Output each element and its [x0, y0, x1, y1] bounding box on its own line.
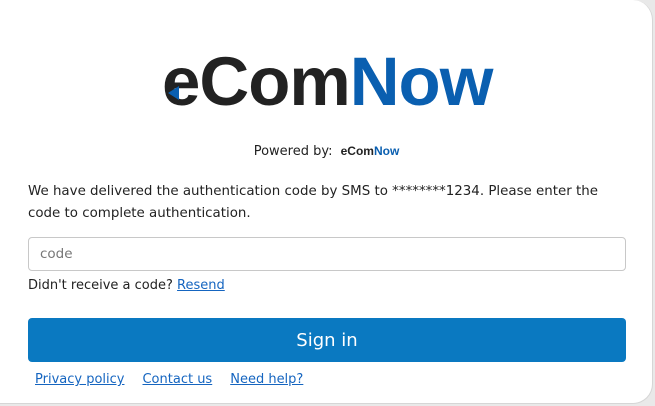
- auth-card: eCom Now Powered by: eComNow We have del…: [0, 0, 653, 404]
- resend-link[interactable]: Resend: [177, 278, 225, 293]
- arrow-icon: [168, 85, 179, 100]
- resend-prompt: Didn't receive a code?: [28, 278, 173, 293]
- powered-by: Powered by: eComNow: [0, 144, 653, 159]
- privacy-policy-link[interactable]: Privacy policy: [35, 372, 124, 387]
- ecomnow-logo: eCom Now: [162, 42, 494, 120]
- resend-row: Didn't receive a code? Resend: [28, 278, 225, 293]
- logo-text-ecom: eCom: [162, 42, 351, 120]
- logo-text-now: Now: [349, 42, 494, 120]
- powered-by-label: Powered by:: [253, 144, 333, 159]
- auth-message: We have delivered the authentication cod…: [28, 184, 598, 221]
- code-input[interactable]: [28, 237, 626, 271]
- powered-by-logo: eComNow: [341, 144, 400, 158]
- need-help-link[interactable]: Need help?: [230, 372, 303, 387]
- powered-by-brand-ecom: eCom: [340, 144, 374, 158]
- sign-in-button[interactable]: Sign in: [28, 318, 626, 362]
- powered-by-brand-now: Now: [373, 144, 400, 158]
- contact-us-link[interactable]: Contact us: [142, 372, 212, 387]
- logo-e-with-arrow: eCom: [162, 47, 351, 116]
- footer-links: Privacy policy Contact us Need help?: [35, 372, 303, 387]
